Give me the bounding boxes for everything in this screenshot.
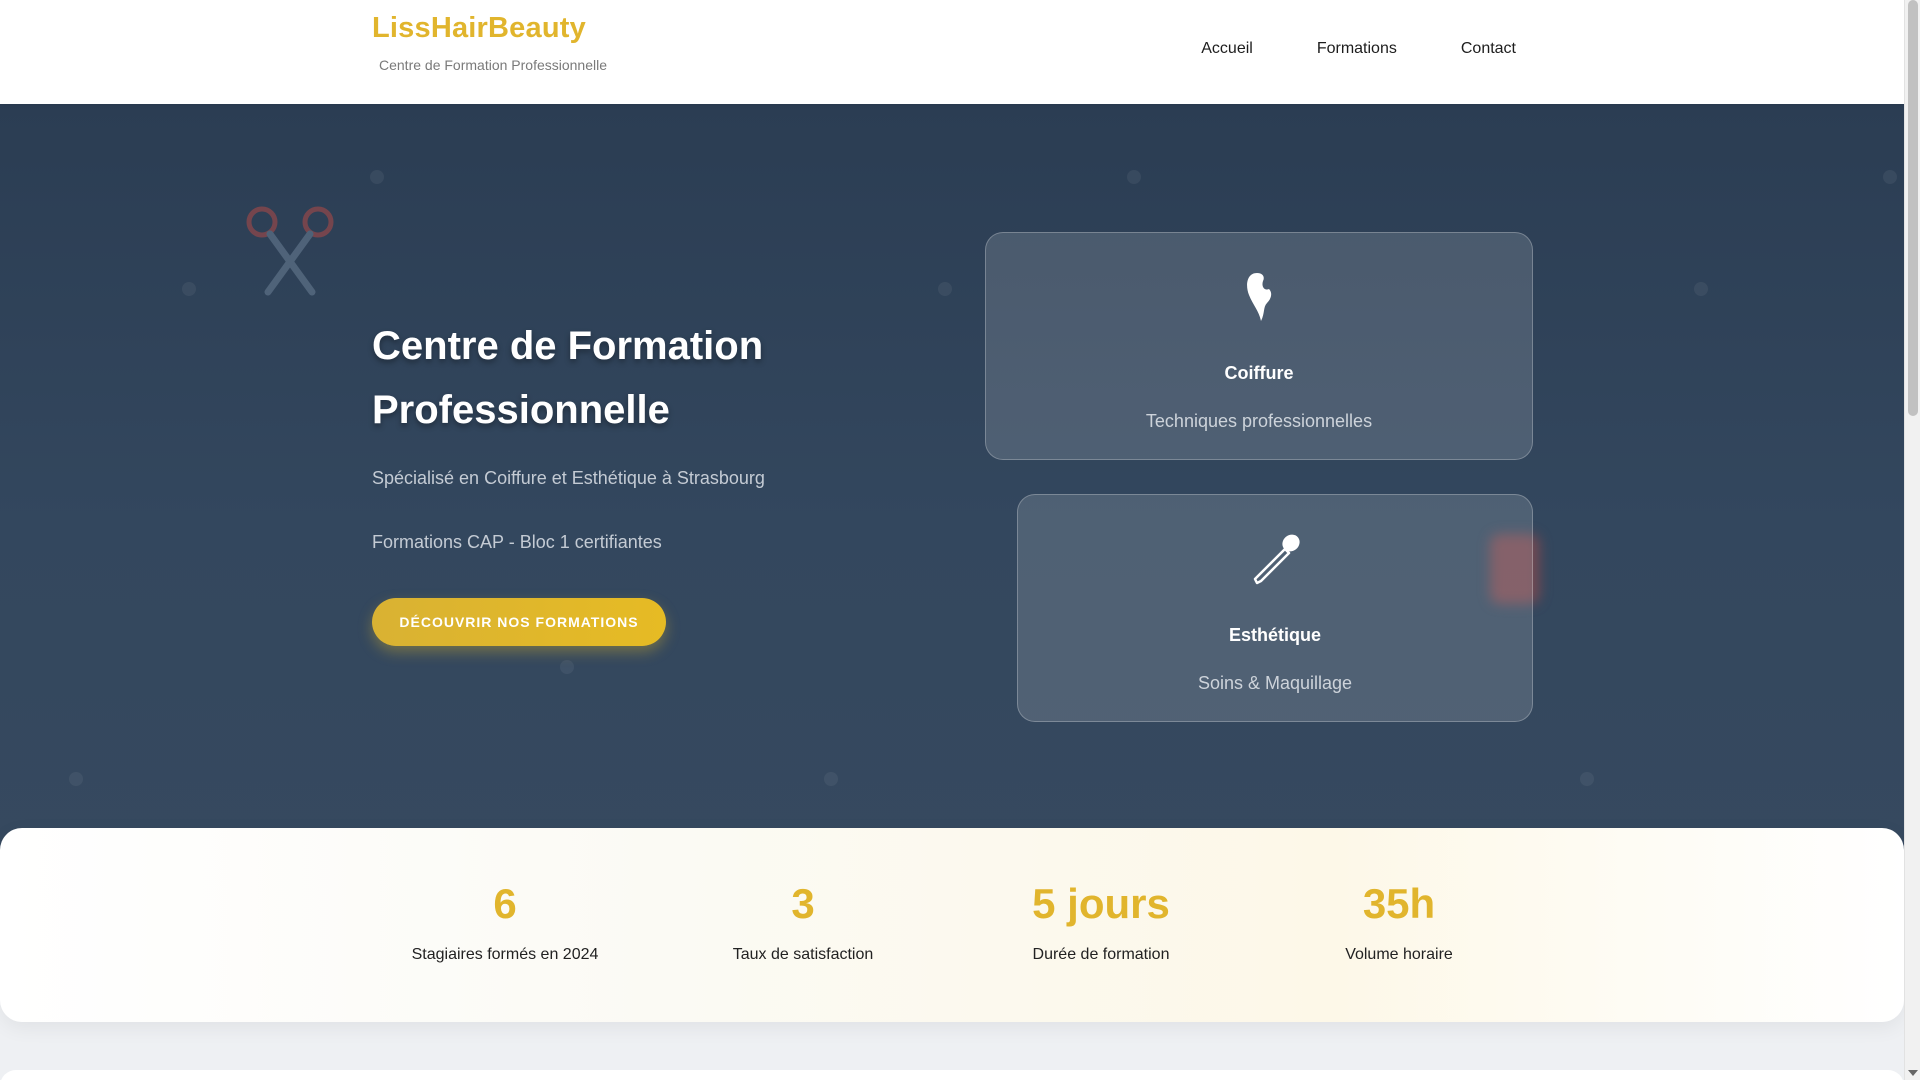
brand[interactable]: LissHairBeauty Centre de Formation Profe… [372, 12, 607, 73]
hero-subtitle: Spécialisé en Coiffure et Esthétique à S… [372, 468, 765, 488]
hero-title: Centre de Formation Professionnelle [372, 324, 764, 432]
decor-dot [1127, 170, 1141, 184]
decor-dot [824, 772, 838, 786]
main-nav: Accueil Formations Contact [1137, 40, 1516, 58]
next-section-edge [0, 1070, 1904, 1080]
site-header: LissHairBeauty Centre de Formation Profe… [0, 0, 1904, 104]
nav-accueil[interactable]: Accueil [1201, 40, 1253, 58]
stat-value: 3 [791, 880, 815, 927]
scroll-down-icon[interactable] [1908, 1070, 1918, 1076]
decor-dot [182, 282, 196, 296]
stat-label: Durée de formation [1032, 946, 1170, 963]
stats-section: 6 Stagiaires formés en 2024 3 Taux de sa… [0, 828, 1904, 1022]
hero-section: Centre de Formation Professionnelle Spéc… [0, 104, 1904, 866]
stat-value: 5 jours [1032, 880, 1170, 927]
card-esthetique[interactable]: Esthétique Soins & Maquillage [1017, 494, 1533, 722]
nav-contact[interactable]: Contact [1461, 40, 1516, 58]
stat-label: Stagiaires formés en 2024 [411, 946, 599, 963]
decor-dot [1694, 282, 1708, 296]
decor-dot [560, 660, 574, 674]
card-text: Soins & Maquillage [1197, 673, 1353, 693]
decor-dot [1580, 772, 1594, 786]
stat-value: 35h [1362, 880, 1436, 927]
decor-dot [938, 282, 952, 296]
card-title: Esthétique [1228, 625, 1321, 645]
stat-item: 3 Taux de satisfaction [653, 880, 953, 964]
brand-tagline: Centre de Formation Professionnelle [379, 57, 608, 73]
decor-dot [69, 772, 83, 786]
card-coiffure[interactable]: Coiffure Techniques professionnelles [985, 232, 1533, 460]
stat-item: 5 jours Durée de formation [951, 880, 1251, 964]
hair-icon [1247, 273, 1272, 321]
page-scrollbar[interactable] [1904, 0, 1920, 1080]
brand-name[interactable]: LissHairBeauty [372, 12, 607, 45]
scrollbar-thumb[interactable] [1908, 0, 1918, 416]
stat-label: Taux de satisfaction [732, 946, 874, 963]
scissors-icon [246, 206, 334, 296]
stat-item: 6 Stagiaires formés en 2024 [355, 880, 655, 964]
card-text: Techniques professionnelles [1145, 411, 1373, 431]
stat-item: 35h Volume horaire [1249, 880, 1549, 964]
nav-formations[interactable]: Formations [1317, 40, 1397, 58]
stat-value: 6 [493, 880, 517, 927]
makeup-brush-icon [1253, 534, 1300, 585]
hero-subtitle-cap: Formations CAP - Bloc 1 certifiantes [372, 532, 662, 552]
decor-dot [1883, 170, 1897, 184]
stat-label: Volume horaire [1345, 946, 1453, 963]
card-title: Coiffure [1224, 363, 1294, 383]
discover-formations-button[interactable]: DÉCOUVRIR NOS FORMATIONS [372, 598, 666, 646]
decor-dot [370, 170, 384, 184]
